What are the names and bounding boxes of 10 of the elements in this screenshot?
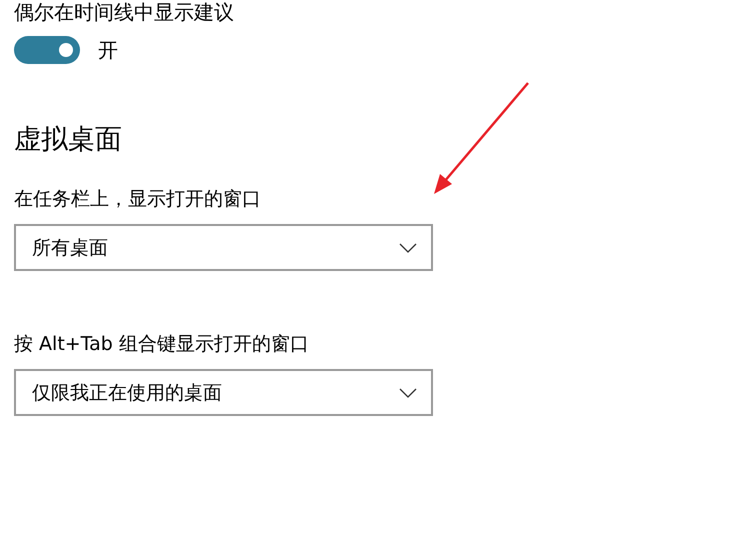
dropdown[interactable]: 仅限我正在使用的桌面	[14, 369, 433, 416]
setting-label: 在任务栏上，显示打开的窗口	[14, 187, 262, 212]
toggle-state-text: 开	[98, 36, 118, 64]
dropdown[interactable]: 所有桌面	[14, 224, 433, 271]
setting-label: 偶尔在时间线中显示建议	[14, 0, 235, 24]
chevron-down-icon	[399, 388, 417, 398]
toggle-switch[interactable]	[14, 36, 80, 64]
chevron-down-icon	[399, 242, 417, 252]
setting-label: 按 Alt+Tab 组合键显示打开的窗口	[14, 332, 310, 357]
section-heading: 虚拟桌面	[14, 123, 123, 157]
